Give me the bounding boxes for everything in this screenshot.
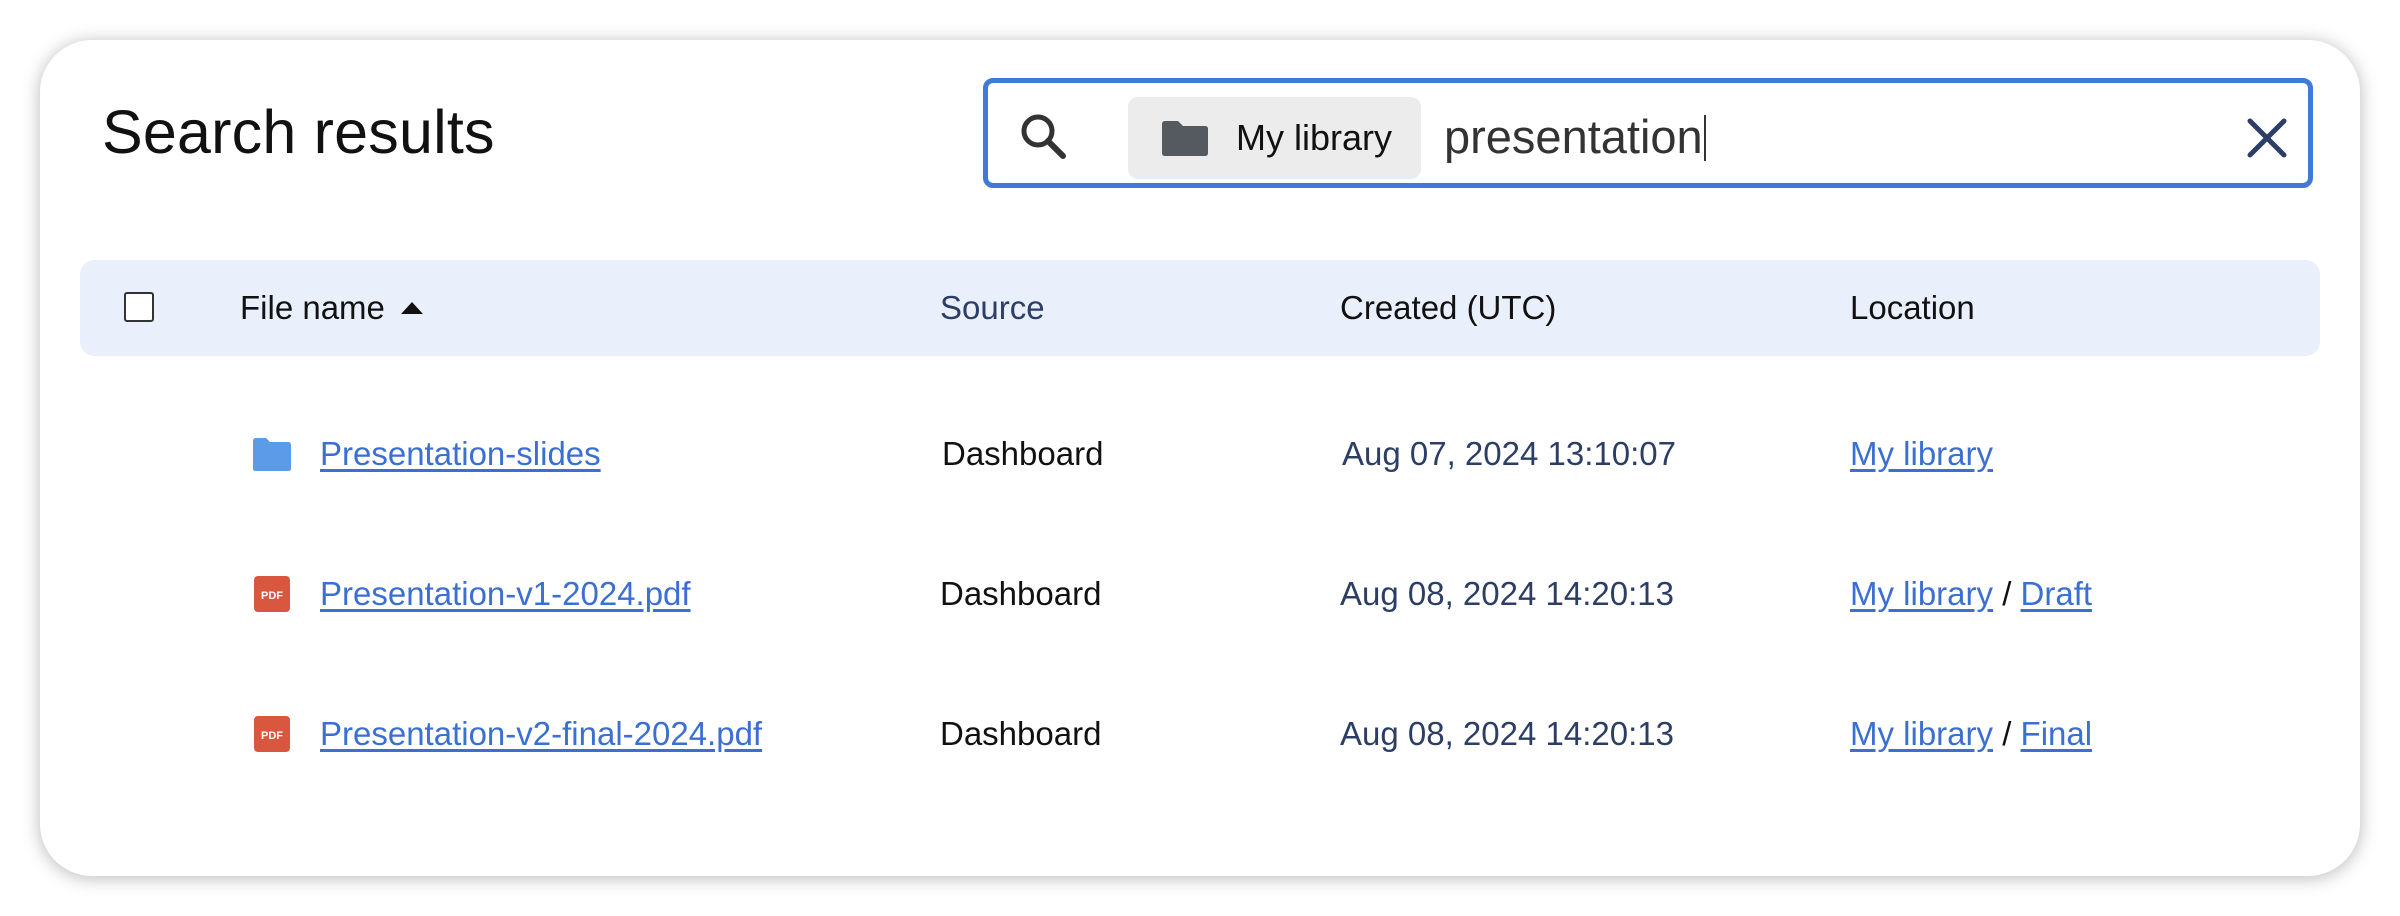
page-title: Search results (102, 98, 495, 166)
search-scope-label: My library (1236, 117, 1393, 158)
folder-icon (253, 438, 291, 471)
text-caret (1703, 115, 1706, 161)
location-link-my-library[interactable]: My library (1850, 435, 1993, 472)
location-cell: My library / Final (1850, 716, 2092, 752)
location-separator: / (2002, 715, 2012, 752)
table-row: PDF Presentation-v2-final-2024.pdf Dashb… (80, 696, 2320, 776)
close-icon[interactable] (2245, 116, 2289, 160)
search-scope-chip[interactable]: My library (1128, 97, 1421, 179)
column-header-file-name[interactable]: File name (240, 290, 385, 326)
created-cell: Aug 08, 2024 14:20:13 (1340, 575, 1674, 612)
file-name-link[interactable]: Presentation-v1-2024.pdf (320, 576, 691, 612)
select-all-checkbox[interactable] (124, 292, 154, 322)
location-link-my-library[interactable]: My library (1850, 715, 1993, 752)
location-link-draft[interactable]: Draft (2021, 575, 2093, 612)
created-cell: Aug 08, 2024 14:20:13 (1340, 715, 1674, 752)
pdf-badge-text: PDF (261, 730, 283, 742)
pdf-badge-text: PDF (261, 590, 283, 602)
location-separator: / (2002, 575, 2012, 612)
file-name-link[interactable]: Presentation-v2-final-2024.pdf (320, 716, 762, 752)
source-cell: Dashboard (940, 715, 1102, 752)
sort-ascending-icon[interactable] (400, 300, 424, 316)
source-cell: Dashboard (940, 575, 1102, 612)
file-name-link[interactable]: Presentation-slides (320, 436, 601, 472)
column-header-created[interactable]: Created (UTC) (1340, 290, 1556, 326)
location-link-my-library[interactable]: My library (1850, 575, 1993, 612)
pdf-icon: PDF (254, 716, 290, 752)
search-results-card: Search results My library presentation F… (40, 40, 2360, 876)
location-cell: My library / Draft (1850, 576, 2092, 612)
location-link-final[interactable]: Final (2021, 715, 2093, 752)
table-header: File name Source Created (UTC) Location (80, 260, 2320, 356)
source-cell: Dashboard (942, 435, 1104, 472)
created-cell: Aug 07, 2024 13:10:07 (1342, 435, 1676, 472)
folder-icon (1162, 121, 1208, 156)
location-cell: My library (1850, 436, 1993, 472)
search-input[interactable]: presentation (1444, 112, 1706, 162)
search-icon (1021, 114, 1066, 159)
table-row: Presentation-slides Dashboard Aug 07, 20… (80, 416, 2320, 496)
search-box[interactable]: My library presentation (983, 78, 2313, 188)
search-query: presentation (1444, 110, 1703, 163)
table-row: PDF Presentation-v1-2024.pdf Dashboard A… (80, 556, 2320, 636)
column-header-location[interactable]: Location (1850, 290, 1975, 326)
column-header-source[interactable]: Source (940, 290, 1045, 326)
pdf-icon: PDF (254, 576, 290, 612)
